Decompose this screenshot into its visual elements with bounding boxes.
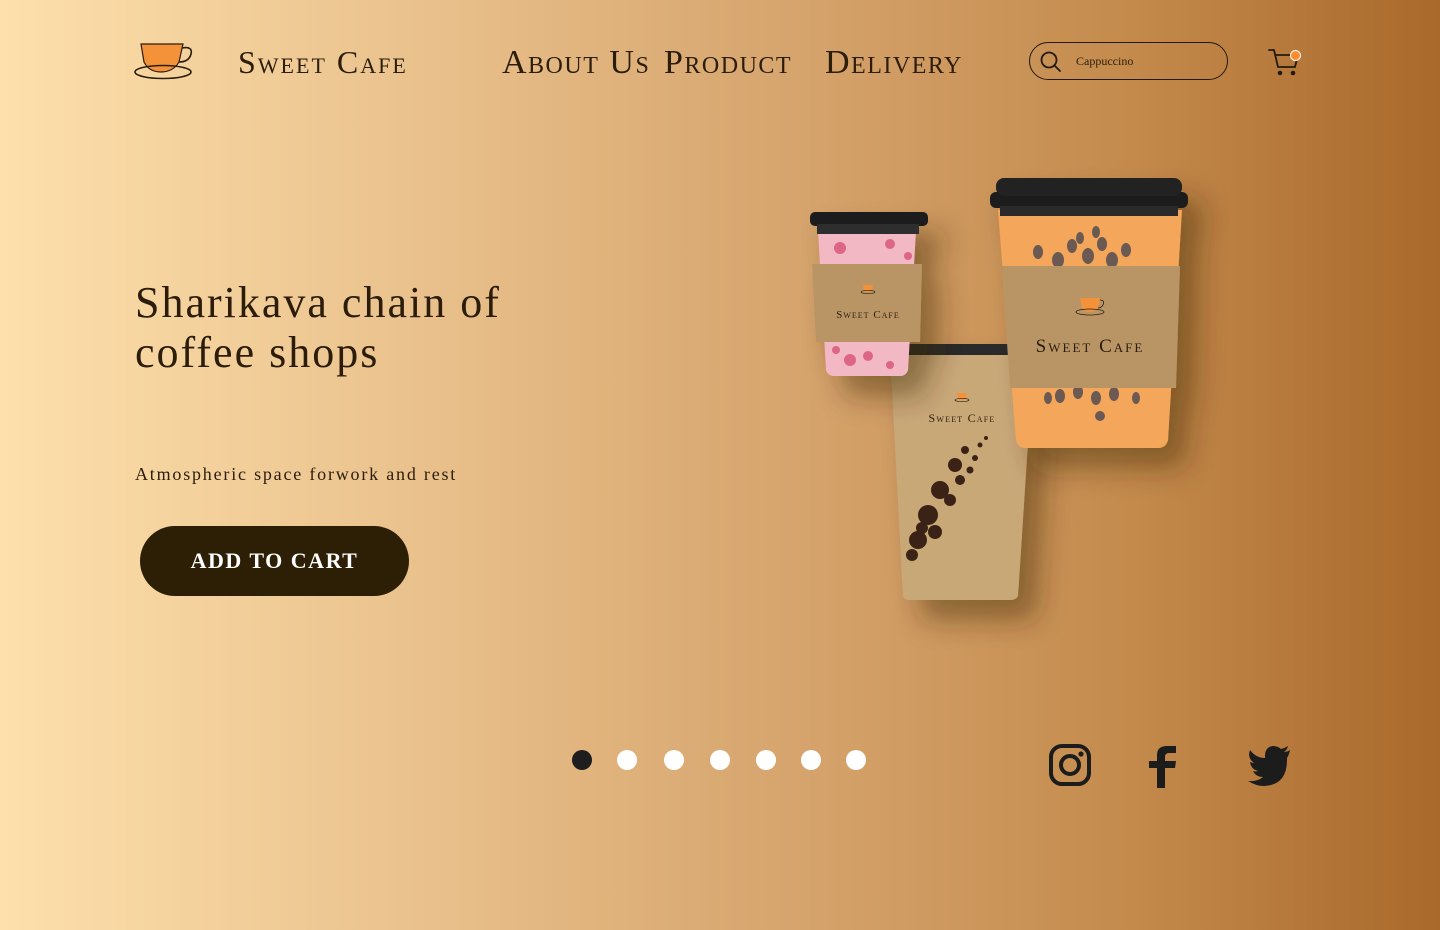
hero-subtitle: Atmospheric space forwork and rest: [135, 464, 458, 484]
carousel-dot[interactable]: [572, 750, 592, 770]
carousel-dot[interactable]: [710, 750, 730, 770]
nav-delivery[interactable]: Delivery: [825, 44, 963, 82]
carousel-dot[interactable]: [846, 750, 866, 770]
search-bar[interactable]: [1029, 42, 1228, 80]
instagram-icon[interactable]: [1048, 743, 1092, 787]
cup-label-small: Sweet Cafe: [928, 411, 995, 425]
facebook-icon[interactable]: [1143, 744, 1183, 788]
nav-about-us[interactable]: About Us: [502, 44, 650, 82]
cup-label-pink: Sweet Cafe: [836, 309, 900, 321]
orange-cup: Sweet Cafe: [990, 178, 1188, 448]
logo-coffee-cup-icon[interactable]: [133, 40, 197, 84]
search-input[interactable]: [1076, 50, 1216, 72]
coffee-cups-image: Sweet Cafe Sweet Cafe Sweet Cafe: [810, 178, 1188, 600]
add-to-cart-button[interactable]: ADD TO CART: [140, 526, 409, 596]
cup-label-orange: Sweet Cafe: [1036, 336, 1145, 357]
carousel-dot[interactable]: [664, 750, 684, 770]
hero-title: Sharikava chain of coffee shops: [135, 278, 501, 377]
nav-product[interactable]: Product: [664, 44, 792, 82]
brand-name[interactable]: Sweet Cafe: [238, 44, 408, 81]
twitter-icon[interactable]: [1248, 744, 1292, 786]
carousel-dot[interactable]: [617, 750, 637, 770]
carousel-dot[interactable]: [756, 750, 776, 770]
cart-badge: [1290, 50, 1301, 61]
carousel-dot[interactable]: [801, 750, 821, 770]
search-icon[interactable]: [1040, 51, 1062, 73]
